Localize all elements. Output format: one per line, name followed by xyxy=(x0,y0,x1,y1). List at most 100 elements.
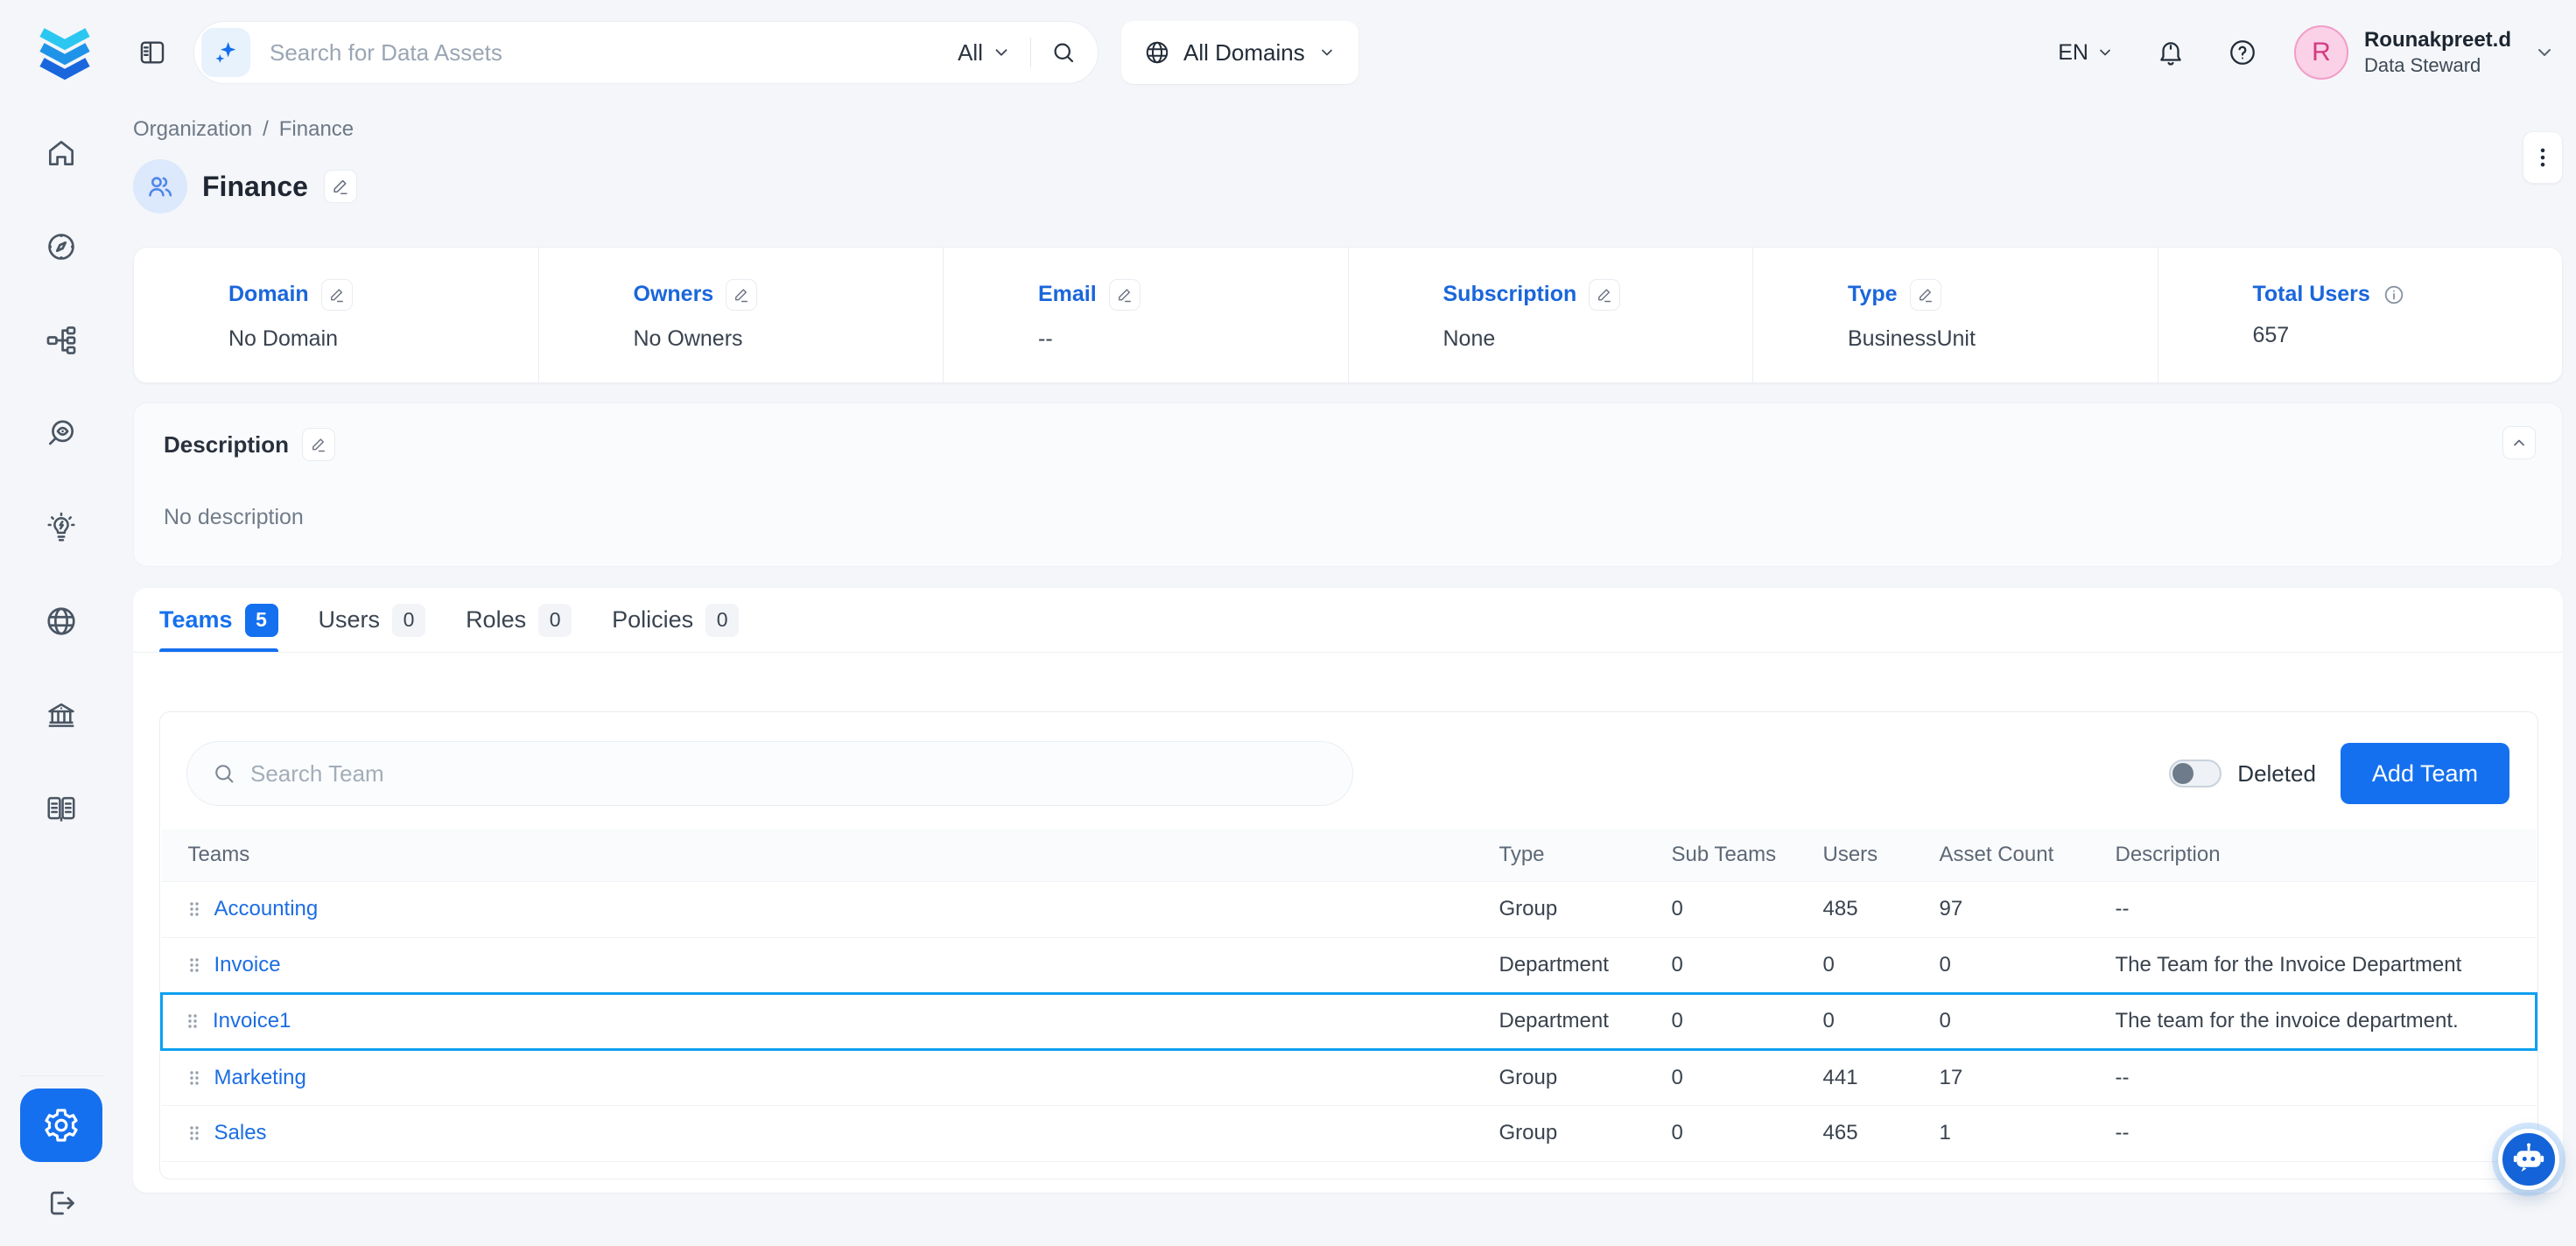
cell-description: -- xyxy=(2116,1049,2537,1105)
domain-label: Domain xyxy=(228,282,309,307)
tab-users[interactable]: Users 0 xyxy=(319,588,426,652)
sidebar-item-explore[interactable] xyxy=(45,230,78,263)
page-header: Finance xyxy=(133,159,2563,214)
breadcrumb-organization[interactable]: Organization xyxy=(133,117,252,142)
teams-table: Teams Type Sub Teams Users Asset Count D… xyxy=(160,829,2537,1162)
language-selector[interactable]: EN xyxy=(2058,40,2114,66)
sidebar-toggle-icon[interactable] xyxy=(137,38,167,67)
search-icon[interactable] xyxy=(1050,39,1077,66)
all-domains-label: All Domains xyxy=(1183,39,1305,66)
pencil-icon xyxy=(1596,286,1613,304)
cell-sub-teams: 0 xyxy=(1672,1049,1823,1105)
tab-teams[interactable]: Teams 5 xyxy=(159,588,278,652)
edit-description-button[interactable] xyxy=(302,428,335,461)
email-label: Email xyxy=(1038,282,1097,307)
sidebar-item-governance[interactable] xyxy=(45,698,78,732)
subscription-label: Subscription xyxy=(1443,282,1577,307)
notifications-bell-icon[interactable] xyxy=(2156,38,2186,67)
breadcrumb-separator: / xyxy=(263,117,269,142)
team-name-link[interactable]: Sales xyxy=(214,1121,267,1145)
cell-type: Group xyxy=(1499,1105,1672,1161)
sidebar-item-observability[interactable] xyxy=(45,417,78,451)
edit-team-name-button[interactable] xyxy=(324,170,357,203)
domain-value: No Domain xyxy=(228,326,538,352)
tab-policies[interactable]: Policies 0 xyxy=(612,588,739,652)
sidebar-item-insights[interactable] xyxy=(45,511,78,544)
teams-panel: Deleted Add Team Teams Type Sub Teams Us… xyxy=(159,711,2538,1180)
search-scope-dropdown[interactable]: All xyxy=(958,39,1011,66)
chevron-up-icon xyxy=(2510,434,2528,452)
team-name-link[interactable]: Invoice1 xyxy=(213,1009,291,1033)
search-icon xyxy=(212,761,236,786)
user-info[interactable]: Rounakpreet.d Data Steward xyxy=(2364,27,2511,78)
cell-sub-teams: 0 xyxy=(1672,937,1823,993)
globe-icon xyxy=(1144,39,1170,66)
gear-icon xyxy=(42,1106,81,1144)
total-users-value: 657 xyxy=(2253,323,2563,348)
chevron-down-icon xyxy=(1318,44,1336,61)
edit-owners-button[interactable] xyxy=(726,279,757,311)
cell-users: 485 xyxy=(1823,881,1940,937)
breadcrumb: Organization / Finance xyxy=(133,117,2563,142)
edit-domain-button[interactable] xyxy=(321,279,353,311)
search-divider xyxy=(1030,38,1031,67)
collapse-description-button[interactable] xyxy=(2502,426,2536,459)
tab-users-count: 0 xyxy=(392,604,425,637)
sidebar-item-glossary[interactable] xyxy=(45,792,78,825)
drag-handle-icon[interactable] xyxy=(188,900,200,918)
drag-handle-icon[interactable] xyxy=(188,1069,200,1087)
sidebar-item-home[interactable] xyxy=(45,136,78,170)
summary-field-owners: Owners No Owners xyxy=(538,248,944,382)
tab-policies-count: 0 xyxy=(705,604,739,637)
team-name-link[interactable]: Invoice xyxy=(214,953,281,977)
cell-description: The Team for the Invoice Department xyxy=(2116,937,2537,993)
edit-email-button[interactable] xyxy=(1109,279,1141,311)
column-description: Description xyxy=(2116,829,2537,881)
description-empty-text: No description xyxy=(164,505,2532,530)
global-search-input[interactable] xyxy=(270,39,958,66)
breadcrumb-current: Finance xyxy=(279,117,354,142)
deleted-toggle[interactable] xyxy=(2169,760,2222,788)
drag-handle-icon[interactable] xyxy=(186,1012,199,1030)
user-avatar[interactable]: R xyxy=(2294,25,2348,80)
chatbot-fab-button[interactable] xyxy=(2498,1129,2559,1190)
team-avatar xyxy=(133,159,187,214)
drag-handle-icon[interactable] xyxy=(188,1124,200,1142)
cell-users: 0 xyxy=(1823,993,1940,1049)
tab-roles[interactable]: Roles 0 xyxy=(466,588,572,652)
ai-sparkle-icon[interactable] xyxy=(201,28,250,77)
summary-field-email: Email -- xyxy=(943,248,1348,382)
pencil-icon xyxy=(331,177,350,196)
sidebar-item-data-flow[interactable] xyxy=(45,324,78,357)
edit-subscription-button[interactable] xyxy=(1589,279,1620,311)
user-menu-chevron-icon[interactable] xyxy=(2534,42,2555,63)
summary-field-domain: Domain No Domain xyxy=(134,248,538,382)
sidebar-item-logout[interactable] xyxy=(45,1186,78,1220)
all-domains-selector[interactable]: All Domains xyxy=(1121,21,1358,84)
team-name-link[interactable]: Marketing xyxy=(214,1066,306,1090)
total-users-label: Total Users xyxy=(2253,282,2370,307)
main-content: Organization / Finance Finance xyxy=(123,105,2576,1246)
sidebar-item-settings[interactable] xyxy=(20,1088,102,1162)
column-asset-count: Asset Count xyxy=(1940,829,2116,881)
sidebar-item-domains[interactable] xyxy=(45,605,78,638)
table-row-marketing: Marketing Group 0 441 17 -- xyxy=(162,1049,2537,1105)
teams-controls: Deleted Add Team xyxy=(160,712,2537,806)
help-icon[interactable] xyxy=(2228,38,2257,67)
table-row-sales: Sales Group 0 465 1 -- xyxy=(162,1105,2537,1161)
logout-icon xyxy=(45,1186,78,1220)
team-name-link[interactable]: Accounting xyxy=(214,897,319,921)
team-search-input[interactable] xyxy=(250,760,1328,788)
table-header-row: Teams Type Sub Teams Users Asset Count D… xyxy=(162,829,2537,881)
pencil-icon xyxy=(733,286,750,304)
left-sidebar xyxy=(0,105,123,1246)
add-team-button[interactable]: Add Team xyxy=(2341,743,2509,804)
top-bar: All All Domains EN xyxy=(0,0,2576,105)
edit-type-button[interactable] xyxy=(1910,279,1941,311)
app-logo-icon[interactable] xyxy=(36,24,94,80)
column-type: Type xyxy=(1499,829,1672,881)
drag-handle-icon[interactable] xyxy=(188,956,200,974)
team-people-icon xyxy=(144,171,176,202)
pencil-icon xyxy=(1116,286,1134,304)
table-row-invoice1-highlighted: Invoice1 Department 0 0 0 The team for t… xyxy=(162,993,2537,1049)
